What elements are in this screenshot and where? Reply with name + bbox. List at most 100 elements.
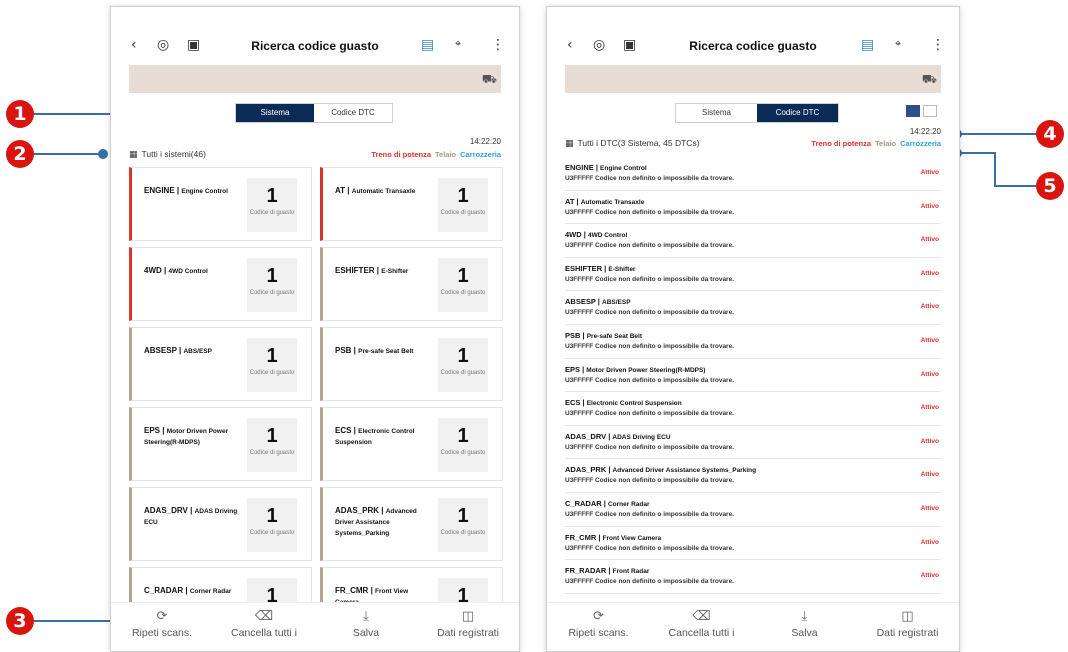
clear-all-button[interactable]: ⌫ Cancella tutti i (213, 603, 315, 651)
dtc-code: U3FFFFF Codice non definito o impossibil… (565, 443, 735, 451)
system-name: EPS | Motor Driven Power Steering(R-MDPS… (144, 426, 239, 448)
clear-all-button[interactable]: ⌫ Cancella tutti i (650, 603, 753, 651)
car-icon[interactable]: ⛟ (922, 72, 937, 88)
more-icon[interactable]: ⋮ (931, 37, 945, 53)
system-sep: | (183, 586, 190, 595)
system-card[interactable]: ADAS_DRV | ADAS Driving ECU 1 Codice di gu… (129, 487, 312, 561)
system-card[interactable]: ESHIFTER | E-Shifter 1 Codice di guasto (320, 247, 503, 321)
dtc-system-desc: Motor Driven Power Steering(R-MDPS) (586, 366, 706, 374)
dtc-system-desc: ABS/ESP (602, 299, 631, 307)
filter-chassis[interactable]: Telaio (875, 139, 896, 148)
dtc-system: C_RADAR | Corner Radar (565, 499, 650, 508)
dtc-status: Attivo (920, 202, 939, 210)
dtc-row[interactable]: EPS | Motor Driven Power Steering(R-MDPS… (565, 359, 941, 393)
saved-data-button[interactable]: ◫ Dati registrati (417, 603, 519, 651)
dtc-row[interactable]: ESHIFTER | E-Shifter U3FFFFF Codice non d… (565, 258, 941, 292)
dtc-row[interactable]: ENGINE | Engine Control U3FFFFF Codice no… (565, 157, 941, 191)
system-card[interactable]: ECS | Electronic Control Suspension 1 Codi… (320, 407, 503, 481)
dtc-system-desc: ADAS Driving ECU (612, 433, 671, 441)
save-button[interactable]: ⤓ Salva (315, 603, 417, 651)
dtc-code: U3FFFFF Codice non definito o impossibil… (565, 376, 735, 384)
dtc-system-code: 4WD (565, 230, 582, 240)
dtc-row[interactable]: C_RADAR | Corner Radar U3FFFFF Codice non… (565, 493, 941, 527)
dtc-status: Attivo (920, 303, 939, 311)
grid-view-icon[interactable] (923, 105, 937, 117)
list-view-icon[interactable] (906, 105, 920, 117)
dtc-system-desc: Corner Radar (607, 500, 650, 508)
dtc-row[interactable]: 4WD | 4WD Control U3FFFFF Codice non defi… (565, 224, 941, 258)
tab-dtc[interactable]: Codice DTC (757, 104, 838, 122)
dtc-system-desc: E-Shifter (608, 265, 636, 273)
dtc-count-box: 1 Codice di guasto (438, 258, 488, 312)
refresh-icon: ⟳ (156, 609, 168, 624)
system-desc: Automatic Transaxle (351, 188, 416, 195)
tab-dtc[interactable]: Codice DTC (314, 104, 392, 122)
dtc-row[interactable]: ABSESP | ABS/ESP U3FFFFF Codice non defin… (565, 291, 941, 325)
save-button[interactable]: ⤓ Salva (753, 603, 856, 651)
system-card[interactable]: PSB | Pre-safe Seat Belt 1 Codice di guast… (320, 327, 503, 401)
dtc-count: 1 (457, 425, 469, 447)
dtc-count: 1 (457, 185, 469, 207)
dtc-code: U3FFFFF Codice non definito o impossibil… (565, 410, 735, 418)
layout-toggle (906, 105, 937, 117)
vehicle-bar: ⛟ (565, 65, 941, 93)
more-icon[interactable]: ⋮ (491, 37, 505, 53)
callout-4-line (956, 133, 1036, 135)
dtc-status: Attivo (920, 572, 939, 580)
dtc-row[interactable]: PSB | Pre-safe Seat Belt U3FFFFF Codice n… (565, 325, 941, 359)
dtc-status: Attivo (920, 471, 939, 479)
dtc-row[interactable]: AT | Automatic Transaxle U3FFFFF Codice n… (565, 191, 941, 225)
vci-icon[interactable]: ▤ (421, 37, 434, 53)
system-desc: Pre-safe Seat Belt (358, 348, 414, 355)
system-sep: | (187, 506, 195, 515)
tab-system[interactable]: Sistema (236, 104, 314, 122)
scan-time: 14:22:20 (909, 127, 941, 136)
dtc-status: Attivo (920, 269, 939, 277)
clear-all-label: Cancella tutti i (668, 627, 735, 639)
system-card[interactable]: EPS | Motor Driven Power Steering(R-MDPS… (129, 407, 312, 481)
rescan-label: Ripeti scans. (131, 627, 193, 639)
callout-5-line-a (956, 152, 996, 154)
save-label: Salva (791, 627, 818, 639)
dtc-count: 1 (266, 425, 278, 447)
rescan-button[interactable]: ⟳ Ripeti scans. (111, 603, 213, 651)
filter-chassis[interactable]: Telaio (435, 150, 456, 159)
dtc-row[interactable]: FR_CMR | Front View Camera U3FFFFF Codice… (565, 527, 941, 561)
dtc-code: U3FFFFF Codice non definito o impossibil… (565, 242, 735, 250)
system-card[interactable]: AT | Automatic Transaxle 1 Codice di guast… (320, 167, 503, 241)
save-label: Salva (352, 627, 380, 639)
saved-data-button[interactable]: ◫ Dati registrati (856, 603, 959, 651)
dtc-row[interactable]: ADAS_DRV | ADAS Driving ECU U3FFFFF Codic… (565, 426, 941, 460)
fullscreen-icon[interactable]: ⌖ (895, 37, 901, 51)
dtc-list: ENGINE | Engine Control U3FFFFF Codice no… (565, 157, 941, 594)
fullscreen-icon[interactable]: ⌖ (455, 37, 461, 51)
vci-icon[interactable]: ▤ (861, 37, 874, 53)
dtc-count-label: Codice di guasto (440, 370, 486, 376)
rescan-button[interactable]: ⟳ Ripeti scans. (547, 603, 650, 651)
dtc-count-box: 1 Codice di guasto (438, 338, 488, 392)
dtc-row[interactable]: ADAS_PRK | Advanced Driver Assistance Sy… (565, 459, 941, 493)
system-name: C_RADAR | Corner Radar (144, 586, 239, 597)
system-card[interactable]: ENGINE | Engine Control 1 Codice di guasto (129, 167, 312, 241)
filter-powertrain[interactable]: Treno di potenza (371, 150, 431, 159)
dtc-row[interactable]: FR_RADAR | Front Radar U3FFFFF Codice non… (565, 560, 941, 594)
all-dtc-label: ▦ Tutti i DTC(3 Sistema, 45 DTCs) (565, 138, 700, 149)
filter-body[interactable]: Carrozzeria (460, 150, 501, 159)
tab-system[interactable]: Sistema (676, 104, 757, 122)
filter-body[interactable]: Carrozzeria (900, 139, 941, 148)
dtc-system: PSB | Pre-safe Seat Belt (565, 331, 642, 340)
dtc-row[interactable]: ECS | Electronic Control Suspension U3FFF… (565, 392, 941, 426)
dtc-system: FR_RADAR | Front Radar (565, 566, 649, 575)
system-card[interactable]: ADAS_PRK | Advanced Driver Assistance Sy… (320, 487, 503, 561)
dtc-system-code: ESHIFTER (565, 263, 603, 273)
system-desc: Corner Radar (189, 588, 232, 595)
car-icon[interactable]: ⛟ (482, 72, 497, 88)
system-card[interactable]: ABSESP | ABS/ESP 1 Codice di guasto (129, 327, 312, 401)
dtc-count-label: Codice di guasto (249, 290, 295, 296)
all-systems-text: Tutti i sistemi(46) (141, 149, 206, 159)
system-desc: E-Shifter (381, 268, 409, 275)
system-card[interactable]: 4WD | 4WD Control 1 Codice di guasto (129, 247, 312, 321)
filter-powertrain[interactable]: Treno di potenza (811, 139, 871, 148)
callout-1: 1 (6, 100, 34, 128)
dtc-count: 1 (266, 345, 278, 367)
